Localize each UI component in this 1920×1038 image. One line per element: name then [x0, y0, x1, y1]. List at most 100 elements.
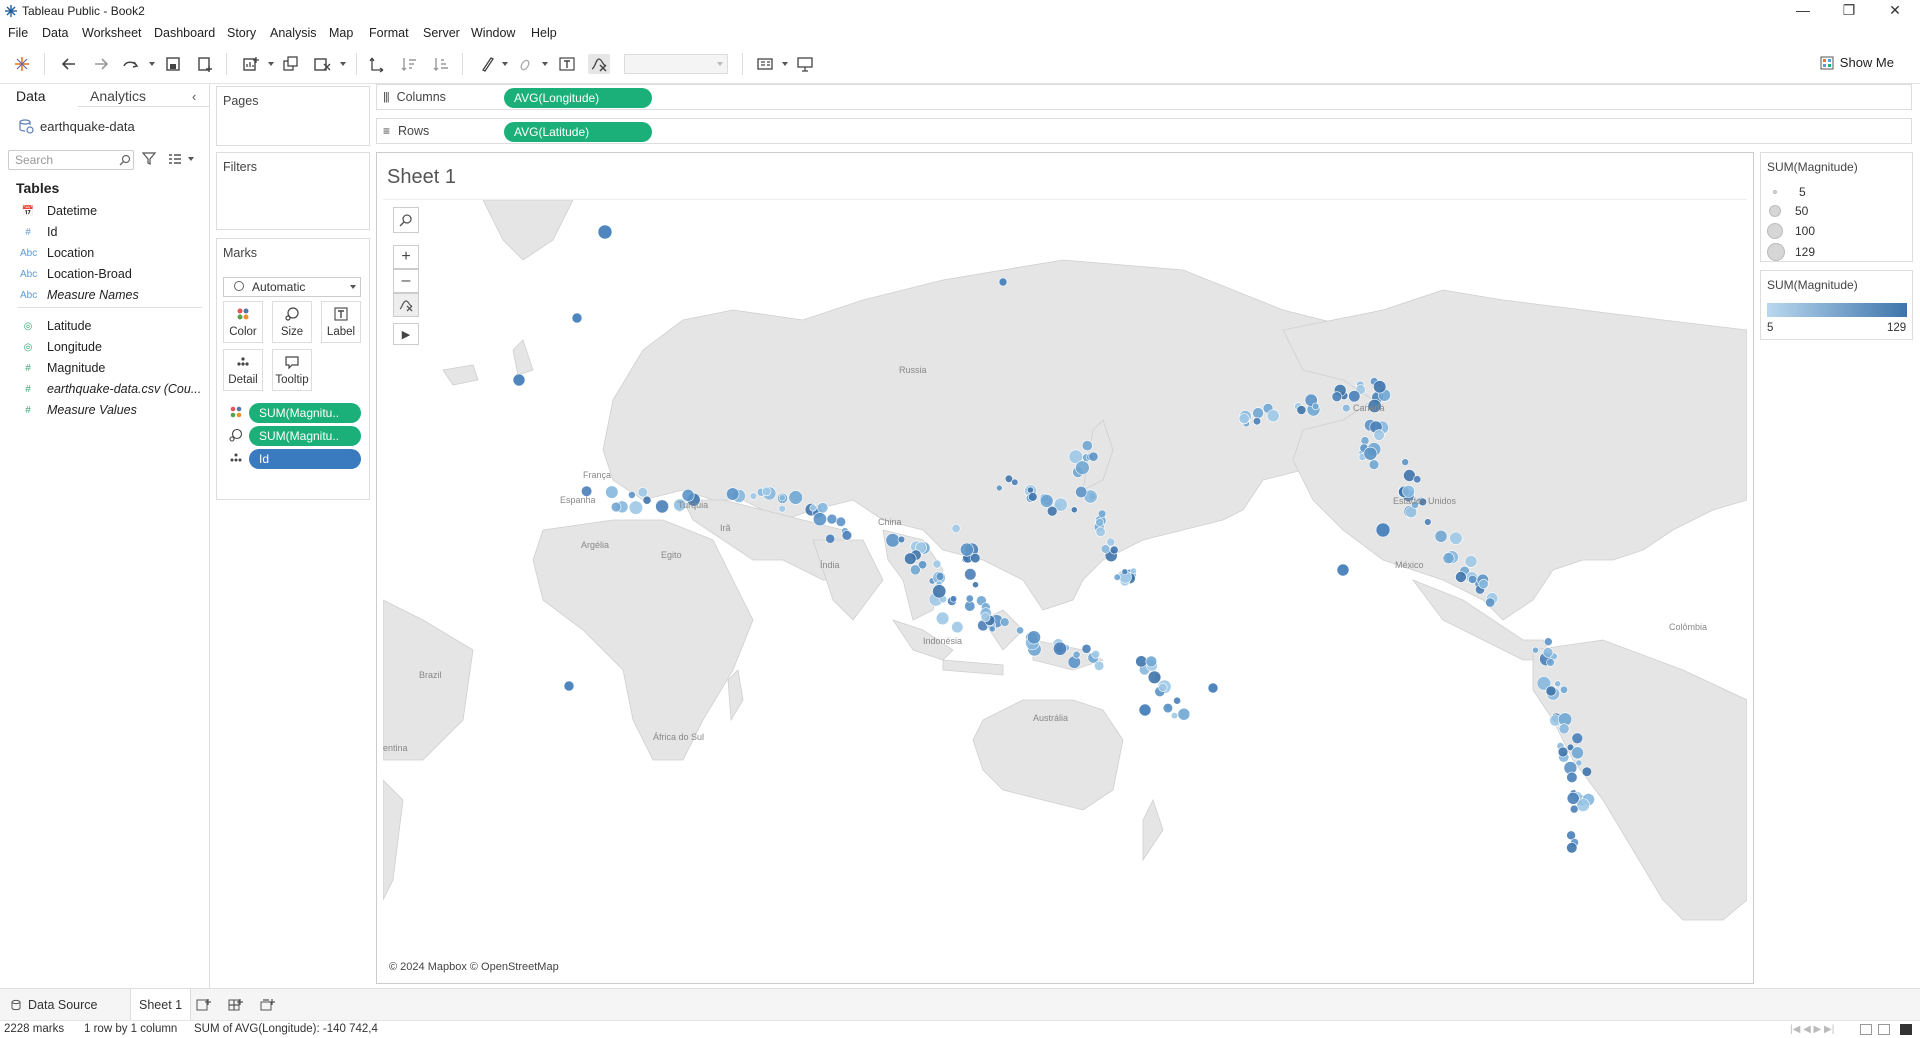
- menu-server[interactable]: Server: [423, 26, 460, 40]
- earthquake-mark[interactable]: [1147, 670, 1162, 684]
- pages-shelf[interactable]: Pages: [216, 86, 370, 146]
- earthquake-mark[interactable]: [932, 584, 947, 599]
- field-magnitude[interactable]: # Magnitude: [20, 359, 105, 377]
- earthquake-mark[interactable]: [904, 552, 917, 565]
- earthquake-mark[interactable]: [1252, 417, 1262, 426]
- filters-shelf[interactable]: Filters: [216, 152, 370, 230]
- earthquake-mark[interactable]: [1544, 637, 1553, 647]
- menu-dashboard[interactable]: Dashboard: [154, 26, 215, 40]
- field-datetime[interactable]: 📅 Datetime: [20, 202, 97, 220]
- map-attribution[interactable]: © 2024 Mapbox © OpenStreetMap: [389, 961, 559, 973]
- view-options-icon[interactable]: [168, 153, 182, 165]
- earthquake-mark[interactable]: [998, 277, 1008, 287]
- new-dashboard-tab-icon[interactable]: [228, 997, 244, 1013]
- close-window-button[interactable]: ✕: [1872, 0, 1918, 22]
- earthquake-mark[interactable]: [809, 504, 817, 512]
- menu-help[interactable]: Help: [531, 26, 557, 40]
- field-location[interactable]: Abc Location: [20, 244, 94, 262]
- map-search-icon[interactable]: [393, 207, 419, 233]
- mark-type-dropdown[interactable]: Automatic: [223, 277, 361, 297]
- presentation-mode-icon[interactable]: [794, 54, 816, 74]
- earthquake-mark[interactable]: [1296, 405, 1307, 415]
- earthquake-mark[interactable]: [965, 594, 974, 603]
- group-members-icon[interactable]: [514, 54, 536, 74]
- earthquake-mark[interactable]: [1455, 571, 1467, 583]
- earthquake-mark[interactable]: [1075, 485, 1088, 498]
- earthquake-mark[interactable]: [1558, 723, 1570, 735]
- earthquake-mark[interactable]: [1173, 696, 1181, 705]
- earthquake-mark[interactable]: [935, 611, 950, 626]
- menu-analysis[interactable]: Analysis: [270, 26, 317, 40]
- earthquake-mark[interactable]: [825, 533, 836, 544]
- field-record-count[interactable]: # earthquake-data.csv (Cou...: [20, 380, 201, 398]
- earthquake-mark[interactable]: [995, 484, 1003, 492]
- earthquake-mark[interactable]: [960, 542, 974, 557]
- earthquake-mark[interactable]: [642, 495, 652, 505]
- earthquake-mark[interactable]: [1158, 682, 1168, 693]
- fix-axes-icon[interactable]: [588, 54, 610, 74]
- earthquake-mark[interactable]: [1052, 641, 1067, 656]
- earthquake-mark[interactable]: [1557, 746, 1569, 758]
- sheet-title[interactable]: Sheet 1: [387, 166, 456, 189]
- rows-shelf[interactable]: ≡ Rows AVG(Latitude): [376, 118, 1912, 144]
- earthquake-mark[interactable]: [512, 373, 526, 387]
- show-filmstrip-icon[interactable]: [1878, 1024, 1890, 1035]
- color-legend[interactable]: SUM(Magnitude) 5 129: [1760, 270, 1913, 340]
- field-latitude[interactable]: ◎ Latitude: [20, 317, 92, 335]
- new-worksheet-icon[interactable]: [240, 54, 262, 74]
- tab-data-source[interactable]: Data Source: [2, 989, 105, 1020]
- earthquake-mark[interactable]: [1027, 486, 1034, 494]
- color-card[interactable]: Color: [223, 301, 263, 343]
- earthquake-mark[interactable]: [1532, 646, 1539, 654]
- size-card[interactable]: Size: [272, 301, 312, 343]
- earthquake-mark[interactable]: [1468, 574, 1478, 584]
- zoom-in-button[interactable]: +: [393, 245, 419, 269]
- earthquake-mark[interactable]: [1109, 545, 1119, 555]
- earthquake-mark[interactable]: [949, 595, 958, 603]
- field-search-input[interactable]: [8, 150, 134, 170]
- earthquake-mark[interactable]: [788, 490, 803, 505]
- menu-window[interactable]: Window: [471, 26, 515, 40]
- datasource-item[interactable]: earthquake-data: [18, 118, 135, 134]
- earthquake-mark[interactable]: [1434, 529, 1448, 543]
- detail-card[interactable]: Detail: [223, 349, 263, 391]
- earthquake-mark[interactable]: [1100, 544, 1111, 554]
- save-icon[interactable]: [162, 54, 184, 74]
- earthquake-mark[interactable]: [1449, 531, 1463, 545]
- earthquake-mark[interactable]: [749, 492, 758, 500]
- undo-icon[interactable]: [58, 54, 80, 74]
- earthquake-mark[interactable]: [1081, 643, 1092, 654]
- highlight-icon[interactable]: [476, 54, 498, 74]
- earthquake-mark[interactable]: [778, 494, 786, 502]
- earthquake-mark[interactable]: [1075, 460, 1090, 475]
- earthquake-mark[interactable]: [1095, 526, 1106, 537]
- earthquake-mark[interactable]: [972, 581, 979, 589]
- earthquake-mark[interactable]: [1121, 568, 1129, 576]
- earthquake-mark[interactable]: [1342, 403, 1351, 413]
- earthquake-mark[interactable]: [1015, 626, 1024, 635]
- earthquake-mark[interactable]: [1575, 759, 1583, 767]
- earthquake-mark[interactable]: [1026, 630, 1041, 645]
- earthquake-mark[interactable]: [610, 501, 622, 513]
- earthquake-mark[interactable]: [655, 499, 669, 514]
- earthquake-mark[interactable]: [1331, 391, 1343, 402]
- earthquake-mark[interactable]: [627, 490, 636, 499]
- earthquake-mark[interactable]: [980, 612, 991, 622]
- earthquake-mark[interactable]: [1566, 771, 1578, 784]
- earthquake-mark[interactable]: [1560, 685, 1569, 694]
- tab-data[interactable]: Data: [16, 88, 46, 104]
- earthquake-mark[interactable]: [605, 485, 619, 499]
- earthquake-mark[interactable]: [817, 502, 829, 514]
- earthquake-mark[interactable]: [1413, 475, 1422, 484]
- earthquake-mark[interactable]: [841, 530, 853, 541]
- earthquake-mark[interactable]: [571, 312, 583, 324]
- earthquake-mark[interactable]: [1138, 703, 1152, 717]
- show-tabs-icon[interactable]: [1900, 1024, 1912, 1035]
- earthquake-mark[interactable]: [897, 535, 906, 544]
- earthquake-mark[interactable]: [1554, 680, 1562, 688]
- fit-dropdown[interactable]: [624, 54, 728, 74]
- earthquake-mark[interactable]: [1162, 703, 1174, 714]
- earthquake-mark[interactable]: [1000, 617, 1010, 627]
- rows-pill[interactable]: AVG(Latitude): [504, 122, 652, 142]
- earthquake-mark[interactable]: [1091, 649, 1101, 659]
